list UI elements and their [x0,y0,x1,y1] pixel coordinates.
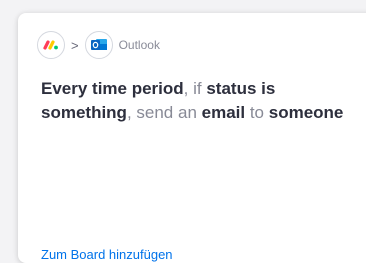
recipe-sentence: Every time period, if status is somethin… [41,77,361,125]
monday-icon [37,31,65,59]
recipe-field-status: status [206,79,257,98]
service-name: Outlook [118,38,160,52]
recipe-action-email: email [201,103,246,122]
recipe-text: , if [183,79,207,98]
recipe-text: to [245,103,269,122]
add-to-board-link[interactable]: Zum Board hinzufügen [41,247,173,262]
recipe-recipient: someone [268,103,344,122]
recipe-card[interactable]: > Outlook Every time period, if status i… [18,13,366,263]
recipe-text: , send an [126,103,202,122]
recipe-trigger: Every time period [41,79,184,98]
separator-chevron: > [71,37,79,53]
integration-header: > Outlook [37,30,160,60]
outlook-icon [84,31,113,59]
